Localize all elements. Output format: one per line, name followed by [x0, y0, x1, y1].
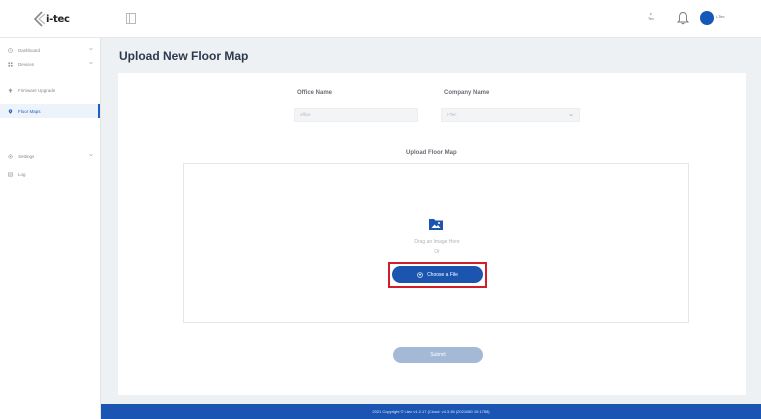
language-selector[interactable]: ᴇ Tec: [644, 11, 658, 21]
map-pin-icon: [8, 108, 13, 114]
log-icon: [8, 172, 13, 176]
sidebar-item-floor-maps[interactable]: Floor Maps: [0, 104, 100, 118]
menu-toggle-icon[interactable]: [126, 13, 136, 24]
footer: 2021 Copyright © i-tec v1.2.17 (Cloud: v…: [101, 404, 761, 419]
sidebar-item-firmware-upgrade[interactable]: Firmware Upgrade: [0, 83, 100, 97]
chevron-down-icon: [569, 113, 573, 117]
gear-icon: [8, 153, 13, 159]
sidebar-item-label: Log: [18, 171, 26, 177]
sidebar-item-settings[interactable]: Settings: [0, 149, 100, 163]
sidebar-item-label: Devices: [18, 61, 35, 67]
sidebar-item-label: Dashboard: [18, 47, 41, 53]
logo-chevron-icon: [33, 11, 45, 27]
top-bar: i-tec ᴇ Tec i-Tec: [0, 0, 761, 38]
sidebar-item-label: Firmware Upgrade: [18, 87, 56, 93]
image-folder-icon: [429, 219, 443, 230]
sidebar: Dashboard Devices Firmware Upgrade Floor…: [0, 38, 101, 419]
sidebar-item-label: Settings: [18, 153, 35, 159]
sidebar-item-log[interactable]: Log: [0, 167, 100, 181]
page-title: Upload New Floor Map: [119, 49, 249, 63]
bell-icon[interactable]: [677, 11, 689, 25]
choose-file-label: Choose a File: [427, 271, 458, 278]
user-name[interactable]: i-Tec: [716, 14, 724, 19]
grid-icon: [8, 61, 13, 67]
sidebar-item-dashboard[interactable]: Dashboard: [0, 43, 100, 57]
clock-icon: [8, 47, 13, 53]
company-name-select[interactable]: i-Tec: [441, 108, 580, 122]
choose-file-button[interactable]: Choose a File: [392, 266, 483, 283]
logo-text: i-tec: [46, 13, 70, 25]
language-line: Tec: [647, 16, 655, 21]
upload-floor-map-label: Upload Floor Map: [406, 150, 457, 156]
submit-button[interactable]: Submit: [393, 347, 483, 363]
chevron-down-icon: [89, 47, 93, 51]
chevron-down-icon: [89, 61, 93, 65]
office-name-label: Office Name: [297, 90, 333, 96]
sidebar-item-devices[interactable]: Devices: [0, 57, 100, 71]
sidebar-item-label: Floor Maps: [18, 108, 41, 114]
avatar[interactable]: [700, 11, 714, 25]
upgrade-icon: [8, 87, 13, 93]
company-name-value: i-Tec: [447, 112, 457, 117]
drag-image-text: Drag an Image Here: [414, 239, 460, 245]
company-name-label: Company Name: [444, 90, 490, 96]
chevron-down-icon: [89, 153, 93, 157]
logo[interactable]: i-tec: [33, 9, 81, 29]
upload-circle-icon: [417, 271, 423, 278]
office-name-input[interactable]: office: [294, 108, 418, 122]
or-text: Or: [434, 249, 440, 255]
